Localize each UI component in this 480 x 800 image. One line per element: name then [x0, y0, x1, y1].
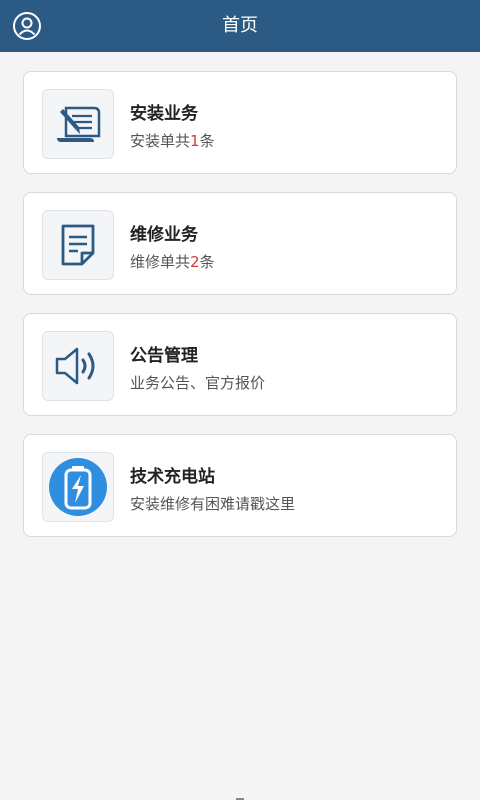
card-tech-station[interactable]: 技术充电站 安装维修有困难请戳这里 [23, 434, 457, 537]
speaker-icon [42, 331, 114, 401]
battery-charge-icon [42, 452, 114, 522]
order-count: 2 [190, 253, 200, 271]
card-repair[interactable]: 维修业务 维修单共2条 [23, 192, 457, 295]
repair-document-icon [42, 210, 114, 280]
card-description: 业务公告、官方报价 [130, 374, 266, 392]
card-title: 维修业务 [130, 225, 198, 245]
page-title: 首页 [222, 15, 258, 36]
order-count: 1 [190, 132, 200, 150]
card-description: 维修单共2条 [130, 253, 215, 271]
card-install[interactable]: 安装业务 安装单共1条 [23, 71, 457, 174]
card-description: 安装维修有困难请戳这里 [130, 495, 296, 513]
install-scroll-icon [42, 89, 114, 159]
card-description: 安装单共1条 [130, 132, 215, 150]
card-announcement[interactable]: 公告管理 业务公告、官方报价 [23, 313, 457, 416]
card-title: 技术充电站 [130, 467, 215, 487]
card-title: 公告管理 [130, 346, 198, 366]
card-title: 安装业务 [130, 104, 198, 124]
top-bar: 首页 [0, 0, 480, 52]
business-list: 安装业务 安装单共1条 维修业务 维修单共2条 公告管理 业务公告、官方报价 技… [23, 71, 457, 555]
